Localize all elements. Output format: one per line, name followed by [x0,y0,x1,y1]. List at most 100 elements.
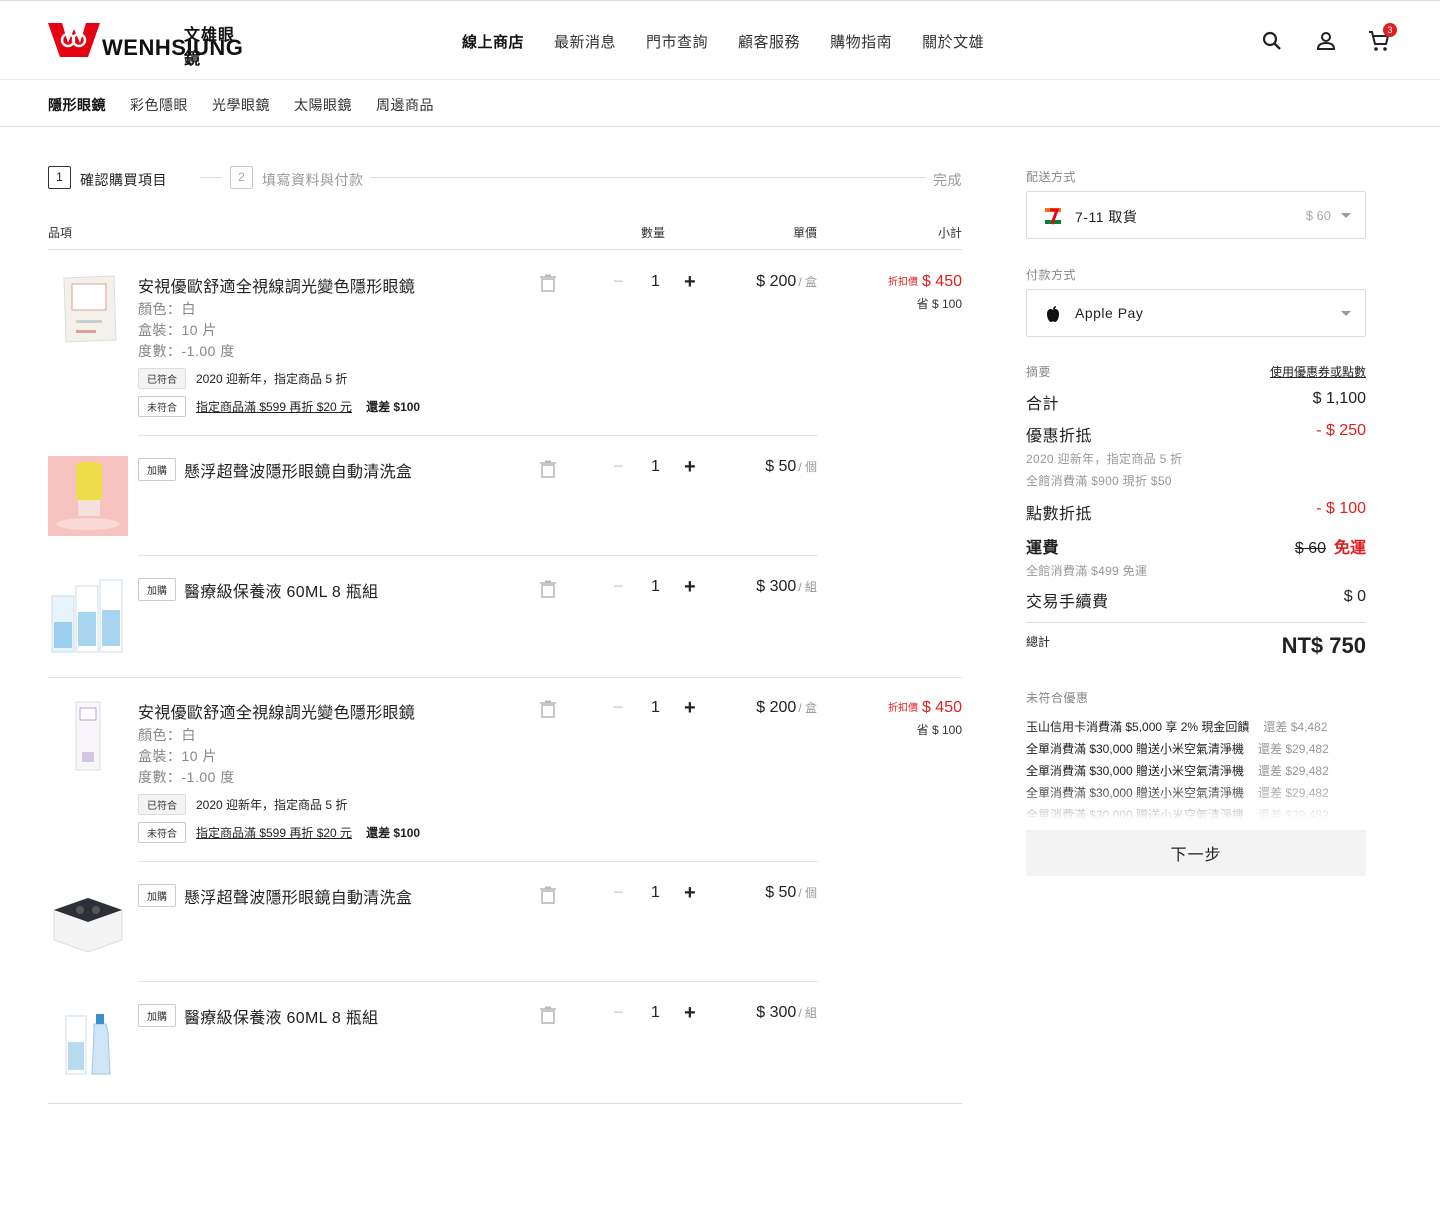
promo-unmet-link[interactable]: 指定商品滿 $599 再折 $20 元 [196,824,352,841]
qty-decrease-button[interactable]: − [613,271,624,292]
qty-value[interactable]: 1 [651,578,660,596]
product-thumbnail[interactable] [48,882,128,962]
cart-table-header: 品項 數量 單價 小計 [48,222,962,250]
nav-item-news[interactable]: 最新消息 [554,31,616,52]
payment-method-value: Apple Pay [1075,305,1144,321]
nav-item-about[interactable]: 關於文雄 [922,31,984,52]
trash-icon[interactable] [540,886,556,904]
shipping-method-label: 配送方式 [1026,170,1077,184]
unit-price-value: $ 300 [756,578,797,595]
trash-icon[interactable] [540,274,556,292]
cart-button[interactable]: 3 [1367,23,1397,53]
unmet-promo-item: 全單消費滿 $30,000 贈送小米空氣清淨機 還差 $29,482 [1026,740,1329,757]
unit-label: / 個 [798,886,817,900]
product-thumbnail[interactable] [48,576,128,656]
product-power: 度數：-1.00 度 [138,769,235,785]
saved-amount: 省 $ 100 [916,723,962,737]
product-thumbnail[interactable] [48,270,128,350]
nav-item-shopping-guide[interactable]: 購物指南 [830,31,892,52]
qty-value[interactable]: 1 [651,1004,660,1022]
transaction-fee-value: $ 0 [1343,588,1366,605]
qty-increase-button[interactable]: + [684,576,696,599]
product-title[interactable]: 醫療級保養液 60ML 8 瓶組 [184,1004,378,1028]
unit-price-value: $ 200 [756,699,797,716]
cart-item-addon: 加購 懸浮超聲波隱形眼鏡自動清洗盒 − 1 + $ 50/ 個 [48,456,962,556]
unit-label: / 個 [798,460,817,474]
chevron-down-icon [1341,311,1351,316]
payment-method-select[interactable]: Apple Pay [1026,289,1366,337]
addon-chip: 加購 [138,884,176,907]
logo-mark-icon [48,23,100,57]
qty-decrease-button[interactable]: − [613,882,624,903]
unmet-promo-item: 全單消費滿 $30,000 贈送小米空氣清淨機 還差 $29,482 [1026,806,1329,820]
product-title[interactable]: 懸浮超聲波隱形眼鏡自動清洗盒 [184,884,412,908]
unit-price-value: $ 50 [765,458,797,475]
unmet-promo-item: 全單消費滿 $30,000 贈送小米空氣清淨機 還差 $29,482 [1026,762,1329,779]
product-thumbnail[interactable] [48,456,128,536]
product-thumbnail[interactable] [48,1002,128,1082]
trash-icon[interactable] [540,580,556,598]
category-sunglasses[interactable]: 太陽眼鏡 [294,95,352,115]
nav-item-online-store[interactable]: 線上商店 [462,31,524,52]
brand-name-en: WENHSIUNG [102,35,244,60]
qty-increase-button[interactable]: + [684,456,696,479]
qty-value[interactable]: 1 [651,273,660,291]
qty-decrease-button[interactable]: − [613,456,624,477]
qty-increase-button[interactable]: + [684,882,696,905]
next-step-button[interactable]: 下一步 [1026,830,1366,876]
shipping-method-price: $ 60 [1305,208,1331,223]
category-optical-glasses[interactable]: 光學眼鏡 [212,95,270,115]
unmet-promo-gap: 還差 $29,482 [1258,764,1329,778]
step-2-label: 填寫資料與付款 [262,172,364,188]
trash-icon[interactable] [540,700,556,718]
search-icon[interactable] [1260,29,1284,53]
step-connector [370,177,926,178]
site-header: 文雄眼鏡 WENHSIUNG 線上商店 最新消息 門市查詢 顧客服務 購物指南 … [0,0,1440,80]
product-title[interactable]: 安視優歐舒適全視線調光變色隱形眼鏡 [138,699,415,723]
unmet-promo-text: 全單消費滿 $30,000 贈送小米空氣清淨機 [1026,808,1245,820]
shipping-note: 全館消費滿 $499 免運 [1026,564,1148,578]
trash-icon[interactable] [540,1006,556,1024]
unmet-promos-list[interactable]: 玉山信用卡消費滿 $5,000 享 2% 現金回饋 還差 $4,482 全單消費滿… [1026,706,1366,820]
category-color-lens[interactable]: 彩色隱眼 [130,95,188,115]
column-item: 品項 [48,226,73,240]
product-title[interactable]: 懸浮超聲波隱形眼鏡自動清洗盒 [184,458,412,482]
product-title[interactable]: 醫療級保養液 60ML 8 瓶組 [184,578,378,602]
cart-item-addon: 加購 懸浮超聲波隱形眼鏡自動清洗盒 − 1 + $ 50/ 個 [48,882,962,982]
item-subtotal: 折扣價 $ 450 省 $ 100 [888,699,962,738]
cart-item-addon: 加購 醫療級保養液 60ML 8 瓶組 − 1 + $ 300/ 組 [48,1002,962,1104]
qty-increase-button[interactable]: + [684,271,696,294]
qty-increase-button[interactable]: + [684,1002,696,1025]
qty-value[interactable]: 1 [651,884,660,902]
use-coupon-link[interactable]: 使用優惠券或點數 [1270,363,1366,380]
qty-decrease-button[interactable]: − [613,576,624,597]
nav-item-store-locator[interactable]: 門市查詢 [646,31,708,52]
qty-value[interactable]: 1 [651,699,660,717]
step-1-label: 確認購買項目 [80,172,167,188]
category-contact-lens[interactable]: 隱形眼鏡 [48,95,106,115]
qty-decrease-button[interactable]: − [613,1002,624,1023]
discount-price-label: 折扣價 [887,703,918,714]
discount-price-label: 折扣價 [887,277,918,288]
shipping-fee-label: 運費 [1026,540,1060,557]
product-title[interactable]: 安視優歐舒適全視線調光變色隱形眼鏡 [138,273,415,297]
promo-met: 已符合 2020 迎新年，指定商品 5 折 [138,794,347,815]
product-box-size: 盒裝：10 片 [138,748,217,764]
shipping-method-select[interactable]: 7-11 取貨 $ 60 [1026,191,1366,239]
main-nav: 線上商店 最新消息 門市查詢 顧客服務 購物指南 關於文雄 [462,31,1014,52]
product-thumbnail[interactable] [48,696,128,776]
shipping-fee-value: $ 60 免運 [1295,534,1366,558]
brand-logo[interactable]: 文雄眼鏡 WENHSIUNG [48,21,248,68]
nav-item-customer-service[interactable]: 顧客服務 [738,31,800,52]
qty-decrease-button[interactable]: − [613,697,624,718]
trash-icon[interactable] [540,460,556,478]
cart-item-addon: 加購 醫療級保養液 60ML 8 瓶組 − 1 + $ 300/ 組 [48,576,962,678]
account-icon[interactable] [1314,29,1338,53]
promo-gap: 還差 $100 [366,826,421,840]
saved-amount: 省 $ 100 [916,297,962,311]
promo-unmet-link[interactable]: 指定商品滿 $599 再折 $20 元 [196,398,352,415]
category-accessories[interactable]: 周邊商品 [376,95,434,115]
qty-value[interactable]: 1 [651,458,660,476]
total-label: 總計 [1026,635,1051,649]
qty-increase-button[interactable]: + [684,697,696,720]
